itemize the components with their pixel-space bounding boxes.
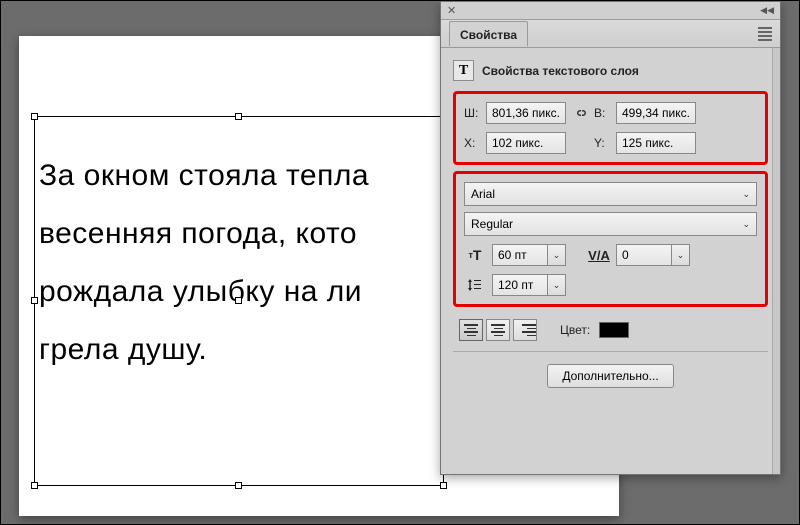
link-icon[interactable] bbox=[572, 105, 588, 121]
type-layer-icon: T bbox=[453, 60, 474, 81]
text-frame[interactable]: За окном стояла тепла весенняя погода, к… bbox=[34, 116, 444, 486]
x-field[interactable]: 102 пикс. bbox=[486, 132, 566, 154]
tracking-icon: V/A bbox=[588, 248, 610, 263]
advanced-button[interactable]: Дополнительно... bbox=[547, 364, 673, 388]
text-layer-content[interactable]: За окном стояла тепла весенняя погода, к… bbox=[35, 117, 443, 383]
resize-handle[interactable] bbox=[31, 113, 38, 120]
chevron-down-icon[interactable]: ⌄ bbox=[548, 244, 566, 266]
color-swatch[interactable] bbox=[599, 322, 629, 338]
transform-group: Ш: 801,36 пикс. В: 499,34 пикс. X: 102 п… bbox=[453, 91, 768, 165]
anchor-handle[interactable] bbox=[235, 297, 242, 304]
text-line: весенняя погода, кото bbox=[39, 217, 357, 250]
width-field[interactable]: 801,36 пикс. bbox=[486, 102, 566, 124]
resize-handle[interactable] bbox=[440, 482, 447, 489]
chevron-down-icon[interactable]: ⌄ bbox=[672, 244, 690, 266]
height-field[interactable]: 499,34 пикс. bbox=[616, 102, 696, 124]
collapse-icon[interactable]: ◀◀ bbox=[760, 5, 774, 16]
y-label: Y: bbox=[594, 136, 610, 150]
tab-properties[interactable]: Свойства bbox=[449, 21, 528, 46]
close-icon[interactable]: ✕ bbox=[447, 4, 456, 17]
resize-handle[interactable] bbox=[235, 482, 242, 489]
character-group: Arial⌄ Regular⌄ тT 60 пт⌄ V/A 0⌄ bbox=[453, 171, 768, 307]
y-field[interactable]: 125 пикс. bbox=[616, 132, 696, 154]
properties-panel: ✕ ◀◀ Свойства T Свойства текстового слоя… bbox=[440, 1, 781, 475]
chevron-down-icon[interactable]: ⌄ bbox=[548, 274, 566, 296]
panel-tabs: Свойства bbox=[441, 20, 780, 48]
x-label: X: bbox=[464, 136, 480, 150]
text-line: За окном стояла тепла bbox=[39, 159, 369, 192]
font-size-icon: тT bbox=[464, 247, 486, 263]
tracking-stepper[interactable]: 0⌄ bbox=[616, 244, 690, 266]
font-style-select[interactable]: Regular⌄ bbox=[464, 212, 757, 236]
leading-icon bbox=[464, 277, 486, 293]
align-center-button[interactable] bbox=[486, 319, 510, 341]
panel-scrollbar[interactable] bbox=[772, 48, 780, 474]
panel-titlebar[interactable]: ✕ ◀◀ bbox=[441, 2, 780, 20]
leading-stepper[interactable]: 120 пт⌄ bbox=[492, 274, 566, 296]
chevron-down-icon: ⌄ bbox=[738, 189, 750, 200]
paragraph-group: Цвет: bbox=[453, 313, 768, 352]
chevron-down-icon: ⌄ bbox=[738, 219, 750, 230]
font-family-select[interactable]: Arial⌄ bbox=[464, 182, 757, 206]
section-title: Свойства текстового слоя bbox=[482, 64, 639, 78]
align-left-button[interactable] bbox=[459, 319, 483, 341]
resize-handle[interactable] bbox=[235, 113, 242, 120]
font-size-stepper[interactable]: 60 пт⌄ bbox=[492, 244, 566, 266]
text-line: рождала улыбку на ли bbox=[39, 275, 362, 308]
text-line: грела душу. bbox=[39, 333, 207, 366]
resize-handle[interactable] bbox=[31, 482, 38, 489]
section-header: T Свойства текстового слоя bbox=[453, 60, 768, 81]
menu-icon[interactable] bbox=[758, 25, 772, 43]
color-label: Цвет: bbox=[560, 323, 590, 337]
height-label: В: bbox=[594, 106, 610, 120]
resize-handle[interactable] bbox=[31, 297, 38, 304]
width-label: Ш: bbox=[464, 106, 480, 120]
align-right-button[interactable] bbox=[513, 319, 537, 341]
